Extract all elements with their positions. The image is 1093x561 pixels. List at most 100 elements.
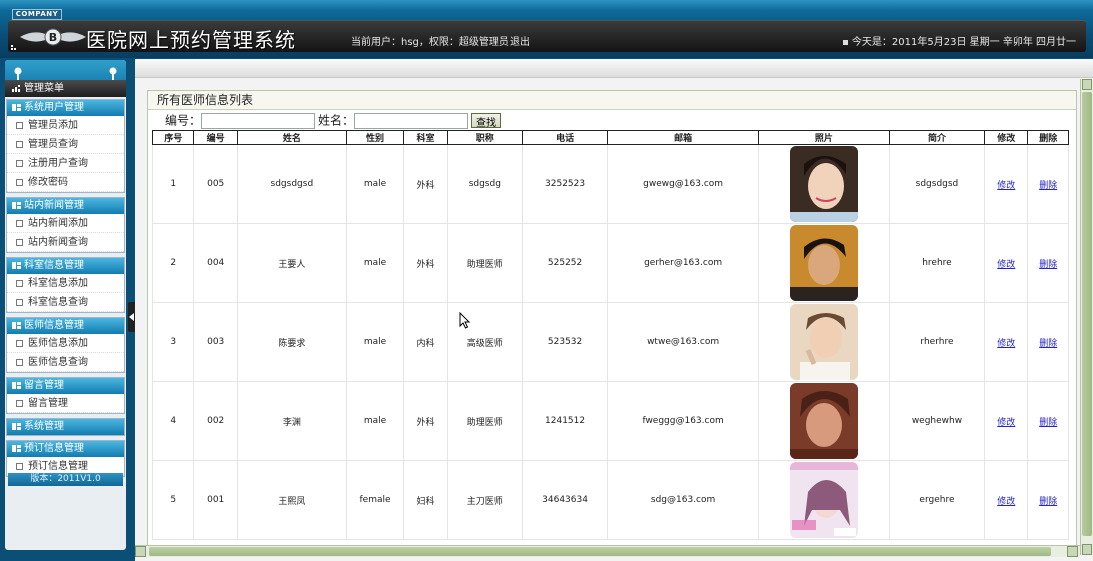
column-header: 性别 bbox=[345, 130, 405, 145]
sidebar-item-label: 站内新闻添加 bbox=[28, 218, 88, 229]
app-header: COMPANY B 医院网上预约管理系统 当前用户：hsg，权限：超级管理员 退… bbox=[0, 0, 1093, 58]
table-header-row: 序号 编号 姓名 性别 科室 职称 电话 邮箱 照片 简介 修改 删除 bbox=[151, 130, 1069, 145]
delete-link[interactable]: 删除 bbox=[1039, 497, 1057, 507]
table-row: 2 004 王要人 male 外科 助理医师 525252 gerher@163.com hre… bbox=[151, 223, 1069, 303]
cell-phone: 523532 bbox=[521, 302, 609, 382]
column-header: 电话 bbox=[521, 130, 609, 145]
scroll-right-button[interactable] bbox=[1067, 546, 1078, 557]
sidebar-item[interactable]: 医师信息查询 bbox=[7, 353, 124, 372]
cell-code: 004 bbox=[193, 223, 238, 303]
document-icon bbox=[16, 339, 23, 347]
cell-email: fweggg@163.com bbox=[607, 381, 759, 461]
cell-name: 王熙凤 bbox=[236, 460, 347, 540]
photo-cell bbox=[757, 144, 890, 224]
sidebar-item[interactable]: 站内新闻查询 bbox=[7, 233, 124, 252]
cell-dept: 内科 bbox=[403, 302, 448, 382]
document-icon bbox=[16, 238, 23, 246]
delete-link[interactable]: 删除 bbox=[1039, 260, 1057, 270]
cell-gender: male bbox=[345, 144, 405, 224]
cell-phone: 1241512 bbox=[521, 381, 609, 461]
menu-group: 站内新闻管理站内新闻添加 站内新闻查询 bbox=[6, 197, 125, 253]
sidebar-item-label: 注册用户查询 bbox=[28, 158, 88, 169]
sidebar: 管理菜单 系统用户管理 管理员添加 管理员查询 注册用户查询 修改密码 站内新闻管理 站内新… bbox=[5, 60, 126, 550]
edit-link[interactable]: 修改 bbox=[997, 418, 1015, 428]
cell-email: gerher@163.com bbox=[607, 223, 759, 303]
cell-title: 主刀医师 bbox=[446, 460, 523, 540]
edit-link[interactable]: 修改 bbox=[997, 260, 1015, 270]
sidebar-item-label: 管理员添加 bbox=[28, 120, 78, 131]
menu-group-header[interactable]: 系统管理 bbox=[7, 419, 124, 435]
menu-group-title: 系统管理 bbox=[24, 421, 64, 432]
cell-phone: 525252 bbox=[521, 223, 609, 303]
delete-link[interactable]: 删除 bbox=[1039, 339, 1057, 349]
scroll-up-button[interactable] bbox=[1082, 79, 1092, 90]
cell-bio: ergehre bbox=[888, 460, 986, 540]
table-body: 1 005 sdgsdgsd male 外科 sdgsdg 3252523 gwewg@163… bbox=[151, 144, 1069, 540]
company-badge: COMPANY bbox=[12, 9, 62, 20]
doctor-photo bbox=[789, 146, 858, 222]
document-icon bbox=[16, 121, 23, 129]
cell-dept: 妇科 bbox=[403, 460, 448, 540]
sidebar-item[interactable]: 修改密码 bbox=[7, 173, 124, 192]
menu-group: 系统管理 bbox=[6, 418, 125, 436]
menu-group-header[interactable]: 系统用户管理 bbox=[7, 100, 124, 116]
dots-icon bbox=[11, 45, 16, 50]
main-panel: 所有医师信息列表 编号： 姓名： 查找 序号 编号 姓名 性别 科室 职称 电话 邮箱 照片 简介 修改… bbox=[135, 59, 1093, 561]
column-header: 照片 bbox=[757, 130, 890, 145]
horizontal-scrollbar[interactable] bbox=[135, 545, 1080, 557]
cell-name: 王要人 bbox=[236, 223, 347, 303]
edit-cell: 修改 bbox=[984, 144, 1029, 224]
sidebar-item[interactable]: 科室信息查询 bbox=[7, 293, 124, 312]
sidebar-item[interactable]: 管理员添加 bbox=[7, 116, 124, 135]
menu-group-header[interactable]: 医师信息管理 bbox=[7, 318, 124, 334]
document-icon bbox=[16, 178, 23, 186]
menu-group-title: 预订信息管理 bbox=[24, 443, 84, 454]
horizontal-scroll-thumb[interactable] bbox=[149, 547, 1051, 556]
edit-link[interactable]: 修改 bbox=[997, 181, 1015, 191]
document-icon bbox=[16, 219, 23, 227]
scroll-thumb[interactable] bbox=[1082, 92, 1092, 536]
doctor-photo bbox=[789, 462, 858, 538]
delete-cell: 删除 bbox=[1027, 381, 1069, 461]
edit-cell: 修改 bbox=[984, 302, 1029, 382]
scroll-down-button[interactable] bbox=[1082, 544, 1092, 555]
cell-gender: male bbox=[345, 302, 405, 382]
cell-email: gwewg@163.com bbox=[607, 144, 759, 224]
menu-group-header[interactable]: 科室信息管理 bbox=[7, 258, 124, 274]
document-icon bbox=[16, 462, 23, 470]
cell-title: 助理医师 bbox=[446, 223, 523, 303]
sidebar-item[interactable]: 管理员查询 bbox=[7, 135, 124, 154]
edit-cell: 修改 bbox=[984, 460, 1029, 540]
logout-link[interactable]: 退出 bbox=[510, 33, 530, 48]
edit-link[interactable]: 修改 bbox=[997, 497, 1015, 507]
sidebar-item[interactable]: 站内新闻添加 bbox=[7, 214, 124, 233]
edit-link[interactable]: 修改 bbox=[997, 339, 1015, 349]
cell-bio: hrehre bbox=[888, 223, 986, 303]
table-row: 1 005 sdgsdgsd male 外科 sdgsdg 3252523 gwewg@163… bbox=[151, 144, 1069, 224]
menu-group-header[interactable]: 预订信息管理 bbox=[7, 441, 124, 457]
sidebar-item[interactable]: 医师信息添加 bbox=[7, 334, 124, 353]
vertical-scrollbar[interactable] bbox=[1080, 79, 1093, 555]
sidebar-item[interactable]: 注册用户查询 bbox=[7, 154, 124, 173]
cell-seq: 4 bbox=[151, 381, 195, 461]
delete-link[interactable]: 删除 bbox=[1039, 418, 1057, 428]
scroll-left-button[interactable] bbox=[135, 546, 146, 557]
cell-title: 助理医师 bbox=[446, 381, 523, 461]
table-row: 4 002 李渊 male 外科 助理医师 1241512 fweggg@163.com weg… bbox=[151, 381, 1069, 461]
delete-link[interactable]: 删除 bbox=[1039, 181, 1057, 191]
grid-icon bbox=[12, 84, 20, 92]
search-button[interactable]: 查找 bbox=[471, 113, 502, 129]
menu-group-header[interactable]: 留言管理 bbox=[7, 378, 124, 394]
sidebar-item[interactable]: 留言管理 bbox=[7, 394, 124, 413]
cell-code: 005 bbox=[193, 144, 238, 224]
sidebar-item[interactable]: 科室信息添加 bbox=[7, 274, 124, 293]
id-search-input[interactable] bbox=[201, 112, 316, 129]
document-icon bbox=[16, 140, 23, 148]
menu-group-title: 站内新闻管理 bbox=[24, 200, 84, 211]
name-search-input[interactable] bbox=[354, 112, 469, 129]
menu-group-header[interactable]: 站内新闻管理 bbox=[7, 198, 124, 214]
column-header: 删除 bbox=[1027, 130, 1069, 145]
sidebar-item-label: 站内新闻查询 bbox=[28, 237, 88, 248]
bentley-logo-icon: B bbox=[20, 28, 86, 46]
column-header: 姓名 bbox=[236, 130, 347, 145]
